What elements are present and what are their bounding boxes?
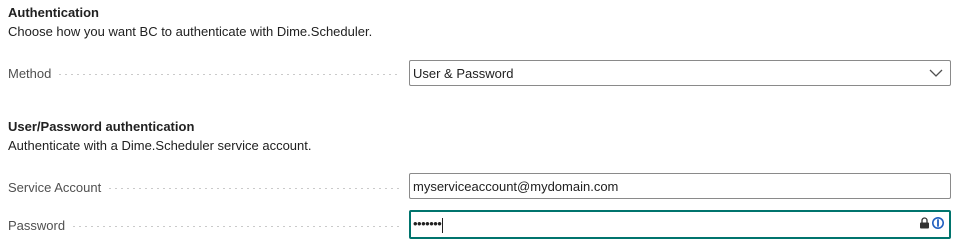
service-account-label-row: Service Account	[8, 177, 400, 197]
password-manager-icon[interactable]	[931, 216, 945, 233]
service-account-label: Service Account	[8, 179, 102, 195]
authentication-description: Choose how you want BC to authenticate w…	[8, 24, 373, 39]
password-value-wrap: •••••••	[413, 216, 919, 233]
password-value: •••••••	[413, 216, 442, 232]
leader-dots	[107, 188, 400, 189]
user-password-description: Authenticate with a Dime.Scheduler servi…	[8, 138, 312, 153]
chevron-down-icon[interactable]	[922, 61, 950, 85]
service-account-input[interactable]: myserviceaccount@mydomain.com	[409, 173, 951, 199]
service-account-value: myserviceaccount@mydomain.com	[413, 178, 619, 194]
lock-icon	[919, 217, 930, 232]
method-label: Method	[8, 65, 52, 81]
password-label-row: Password	[8, 215, 400, 235]
leader-dots	[71, 226, 400, 227]
leader-dots	[57, 74, 400, 75]
method-dropdown[interactable]: User & Password	[409, 60, 951, 86]
password-icons	[919, 216, 945, 233]
text-caret	[442, 217, 444, 233]
authentication-title: Authentication	[8, 5, 99, 20]
password-input[interactable]: •••••••	[409, 210, 951, 239]
user-password-title: User/Password authentication	[8, 119, 195, 134]
password-label: Password	[8, 217, 66, 233]
method-value: User & Password	[413, 65, 514, 81]
method-label-row: Method	[8, 63, 400, 83]
